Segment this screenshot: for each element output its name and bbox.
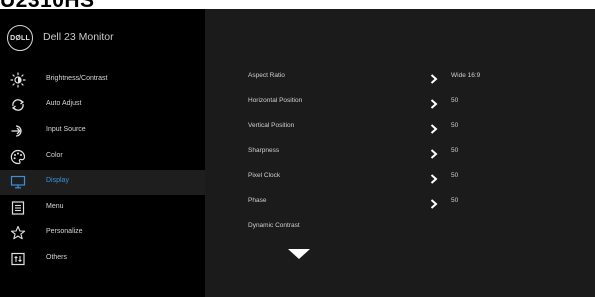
sidebar-item-label: Others	[46, 254, 68, 261]
sidebar-item-label: Brightness/Contrast	[46, 75, 108, 82]
sidebar-item-label: Input Source	[46, 126, 86, 133]
setting-value: 50	[451, 172, 459, 179]
sidebar-item-label: Display	[46, 177, 69, 184]
sidebar-item-color[interactable]: Color	[0, 145, 205, 170]
brand-header: DØLL Dell 23 Monitor	[0, 9, 205, 57]
input-source-icon	[10, 123, 26, 139]
setting-value: 50	[451, 197, 459, 204]
setting-label: Horizontal Position	[248, 97, 303, 104]
sidebar-item-label: Color	[46, 152, 63, 159]
star-icon	[10, 225, 26, 241]
display-icon	[10, 174, 26, 190]
dell-logo: DØLL	[7, 25, 33, 51]
setting-row-horizontal-position[interactable]: Horizontal Position 50	[205, 91, 595, 113]
setting-label: Dynamic Contrast	[248, 222, 300, 229]
setting-value: 50	[451, 97, 459, 104]
chevron-right-icon[interactable]	[430, 71, 438, 84]
setting-label: Aspect Ratio	[248, 72, 285, 79]
sidebar-item-menu[interactable]: Menu	[0, 196, 205, 221]
menu-icon	[10, 200, 26, 216]
setting-label: Phase	[248, 197, 267, 204]
setting-value: 50	[451, 122, 459, 129]
brightness-icon	[10, 72, 26, 88]
sidebar-item-personalize[interactable]: Personalize	[0, 221, 205, 246]
color-icon	[10, 149, 26, 165]
display-settings-panel: Aspect Ratio Wide 16:9 Horizontal Positi…	[205, 9, 595, 297]
chevron-right-icon[interactable]	[430, 146, 438, 159]
setting-row-pixel-clock[interactable]: Pixel Clock 50	[205, 166, 595, 188]
osd-menu: DØLL Dell 23 Monitor Brightness/Contrast	[0, 9, 595, 297]
sidebar-item-label: Menu	[46, 203, 64, 210]
monitor-title: Dell 23 Monitor	[43, 31, 114, 43]
sidebar: DØLL Dell 23 Monitor Brightness/Contrast	[0, 9, 205, 297]
chevron-right-icon[interactable]	[430, 171, 438, 184]
sidebar-item-auto-adjust[interactable]: Auto Adjust	[0, 93, 205, 118]
auto-adjust-icon	[10, 97, 26, 113]
setting-row-phase[interactable]: Phase 50	[205, 191, 595, 213]
scroll-down-arrow-icon[interactable]	[287, 247, 311, 259]
setting-row-sharpness[interactable]: Sharpness 50	[205, 141, 595, 163]
setting-row-aspect-ratio[interactable]: Aspect Ratio Wide 16:9	[205, 66, 595, 88]
setting-label: Sharpness	[248, 147, 280, 154]
others-icon	[10, 251, 26, 267]
setting-label: Pixel Clock	[248, 172, 281, 179]
sidebar-item-label: Personalize	[46, 228, 83, 235]
setting-value: 50	[451, 147, 459, 154]
sidebar-item-others[interactable]: Others	[0, 247, 205, 272]
chevron-right-icon[interactable]	[430, 196, 438, 209]
sidebar-item-label: Auto Adjust	[46, 100, 82, 107]
chevron-right-icon[interactable]	[430, 121, 438, 134]
setting-value: Wide 16:9	[451, 72, 481, 79]
setting-row-vertical-position[interactable]: Vertical Position 50	[205, 116, 595, 138]
sidebar-item-display[interactable]: Display	[0, 170, 205, 195]
sidebar-item-input-source[interactable]: Input Source	[0, 119, 205, 144]
setting-row-dynamic-contrast[interactable]: Dynamic Contrast	[205, 216, 595, 238]
chevron-right-icon[interactable]	[430, 96, 438, 109]
sidebar-item-brightness-contrast[interactable]: Brightness/Contrast	[0, 68, 205, 93]
setting-label: Vertical Position	[248, 122, 295, 129]
